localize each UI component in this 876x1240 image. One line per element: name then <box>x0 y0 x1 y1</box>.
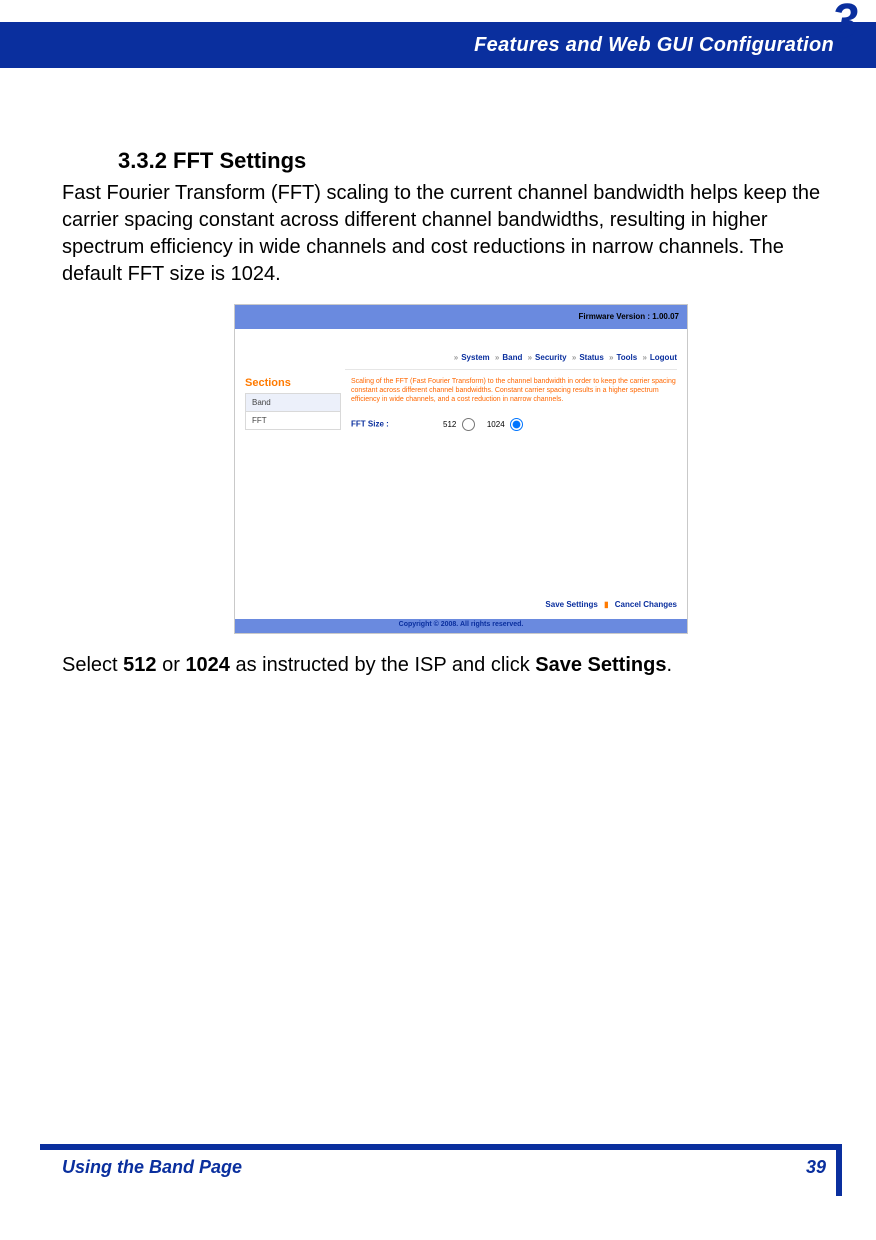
device-logo <box>235 329 345 371</box>
section-paragraph-2: Select 512 or 1024 as instructed by the … <box>62 652 822 679</box>
sidebar: Sections Band FFT <box>245 377 341 430</box>
firmware-version-label: Firmware Version : 1.00.07 <box>579 312 680 321</box>
nav-divider <box>345 369 677 370</box>
save-settings-button[interactable]: Save Settings <box>545 600 597 609</box>
cancel-changes-button[interactable]: Cancel Changes <box>615 600 677 609</box>
fft-description: Scaling of the FFT (Fast Fourier Transfo… <box>351 377 677 404</box>
action-bar: Save Settings ▮ Cancel Changes <box>545 600 677 609</box>
firmware-bar: Firmware Version : 1.00.07 <box>235 305 687 329</box>
nav-security[interactable]: Security <box>535 353 567 362</box>
nav-caret-icon: » <box>569 353 579 362</box>
nav-caret-icon: » <box>492 353 502 362</box>
section-paragraph-1: Fast Fourier Transform (FFT) scaling to … <box>62 180 822 288</box>
action-separator-icon: ▮ <box>600 600 612 609</box>
chapter-number: 3 <box>831 0 858 49</box>
nav-tools[interactable]: Tools <box>616 353 637 362</box>
fft-size-label: FFT Size : <box>351 420 389 429</box>
fft-radio-512[interactable] <box>462 418 475 431</box>
fft-option-512-label[interactable]: 512 <box>443 420 475 429</box>
nav-caret-icon: » <box>639 353 649 362</box>
nav-status[interactable]: Status <box>579 353 603 362</box>
sidebar-item-band[interactable]: Band <box>245 393 341 412</box>
nav-band[interactable]: Band <box>502 353 522 362</box>
section-heading: 3.3.2 FFT Settings <box>118 148 306 174</box>
page-number: 39 <box>806 1157 826 1178</box>
fft-size-row: FFT Size : 512 1024 <box>351 418 677 431</box>
footer-line <box>40 1144 836 1150</box>
sidebar-item-fft[interactable]: FFT <box>245 412 341 430</box>
nav-caret-icon: » <box>451 353 461 362</box>
web-gui-screenshot: Firmware Version : 1.00.07 »System »Band… <box>234 304 688 634</box>
nav-system[interactable]: System <box>461 353 489 362</box>
fft-option-1024-label[interactable]: 1024 <box>487 420 523 429</box>
nav-logout[interactable]: Logout <box>650 353 677 362</box>
footer-tab <box>836 1144 842 1196</box>
nav-caret-icon: » <box>525 353 535 362</box>
fft-radio-1024[interactable] <box>510 418 523 431</box>
copyright-footer: Copyright © 2008. All rights reserved. <box>235 619 687 633</box>
nav-caret-icon: » <box>606 353 616 362</box>
sidebar-title: Sections <box>245 377 341 389</box>
footer-left: Using the Band Page <box>62 1157 242 1178</box>
main-panel: Scaling of the FFT (Fast Fourier Transfo… <box>351 377 677 431</box>
chapter-title: Features and Web GUI Configuration <box>474 34 834 57</box>
